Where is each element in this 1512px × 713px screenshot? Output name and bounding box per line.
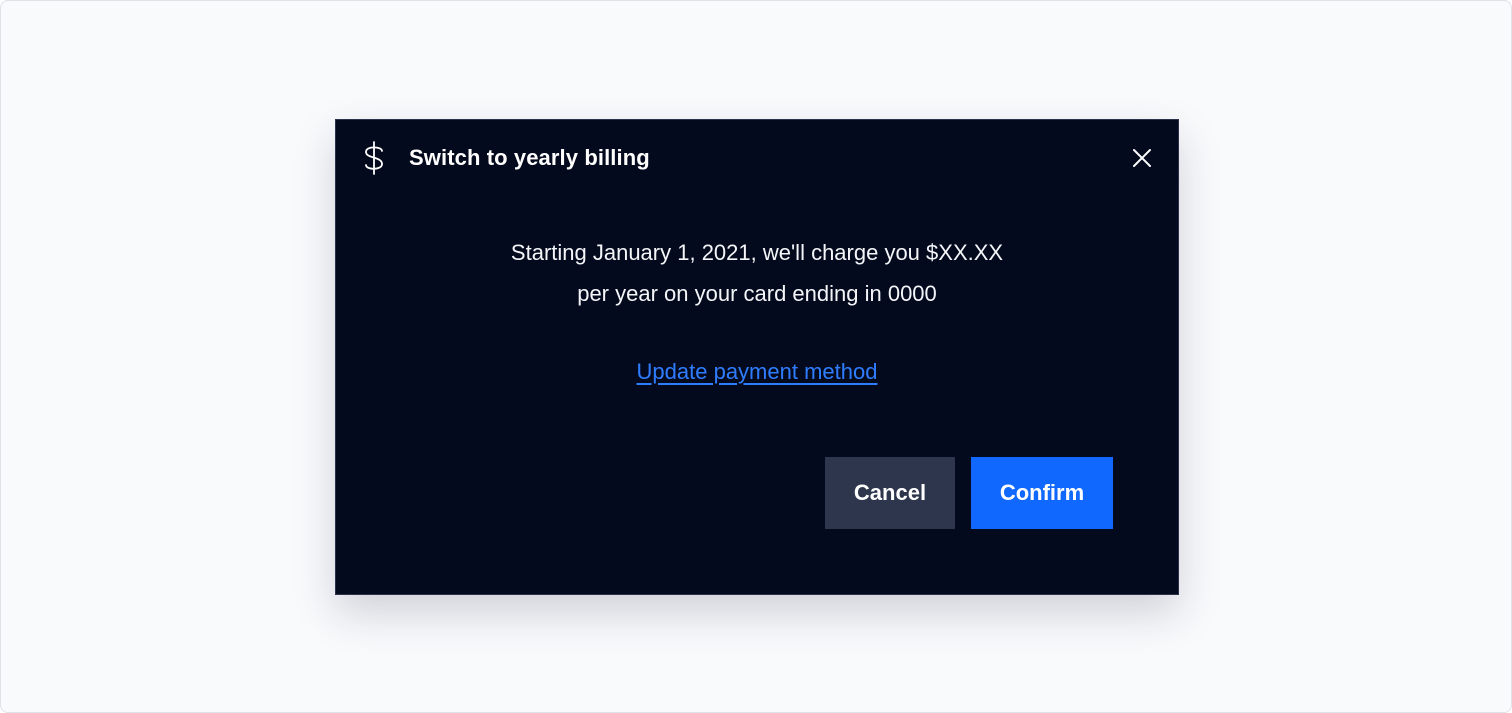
confirm-button[interactable]: Confirm [971,457,1113,529]
billing-modal: Switch to yearly billing Starting Januar… [335,119,1179,595]
message-line-1: Starting January 1, 2021, we'll charge y… [510,240,1004,265]
link-row: Update payment method [336,357,1178,387]
update-payment-method-link[interactable]: Update payment method [637,359,878,384]
dollar-icon [365,141,383,175]
page-background: Switch to yearly billing Starting Januar… [0,0,1512,713]
billing-message: Starting January 1, 2021, we'll charge y… [336,232,1178,314]
close-button[interactable] [1124,140,1160,176]
modal-title: Switch to yearly billing [409,145,650,170]
message-line-2: per year on your card ending in 0000 [577,281,937,306]
close-icon [1133,149,1151,167]
cancel-button[interactable]: Cancel [825,457,955,529]
